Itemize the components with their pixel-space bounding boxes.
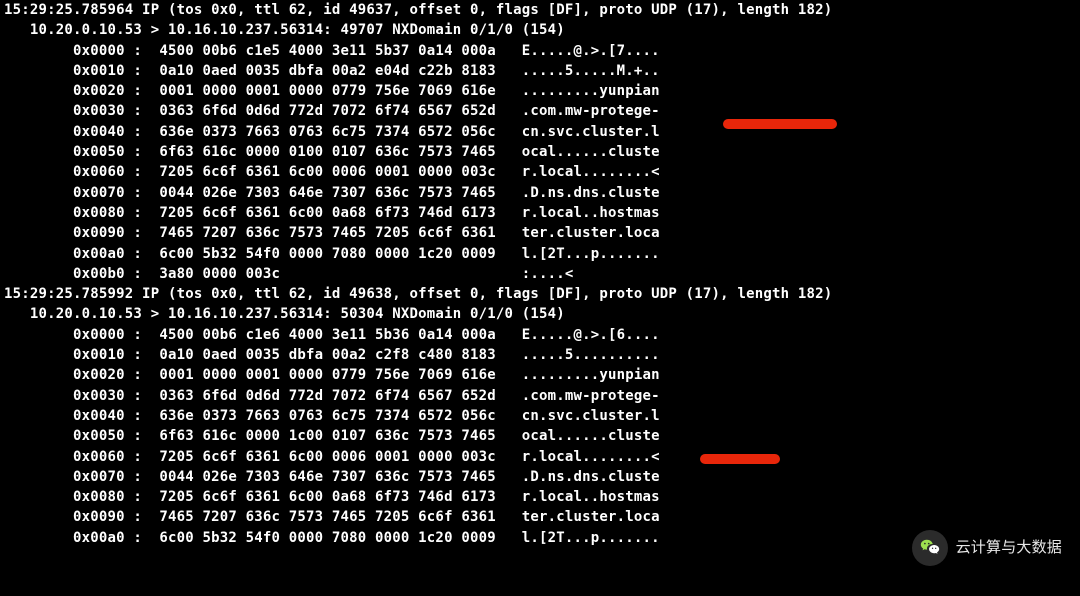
redaction-mark-1: [723, 119, 837, 129]
redaction-mark-2: [700, 454, 780, 464]
watermark-text: 云计算与大数据: [956, 537, 1062, 559]
tcpdump-output: 15:29:25.785964 IP (tos 0x0, ttl 62, id …: [0, 0, 1080, 548]
wechat-icon: [912, 530, 948, 566]
watermark: 云计算与大数据: [912, 530, 1062, 566]
